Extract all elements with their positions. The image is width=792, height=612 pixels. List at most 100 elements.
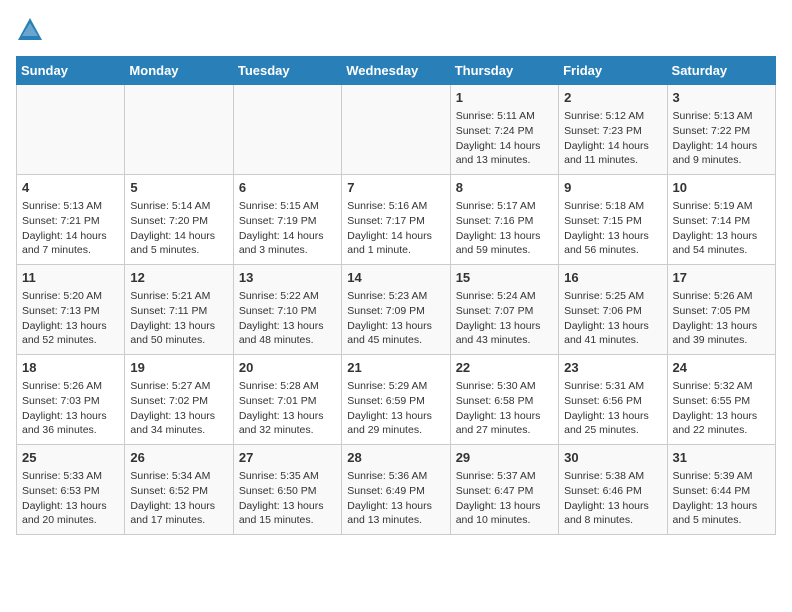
day-info: Sunrise: 5:18 AMSunset: 7:15 PMDaylight:… bbox=[564, 199, 661, 258]
calendar-cell: 17 Sunrise: 5:26 AMSunset: 7:05 PMDayligh… bbox=[667, 265, 775, 355]
day-number: 11 bbox=[22, 269, 119, 287]
day-info: Sunrise: 5:13 AMSunset: 7:22 PMDaylight:… bbox=[673, 109, 770, 168]
calendar-week-row: 25 Sunrise: 5:33 AMSunset: 6:53 PMDayligh… bbox=[17, 445, 776, 535]
calendar-cell: 12 Sunrise: 5:21 AMSunset: 7:11 PMDayligh… bbox=[125, 265, 233, 355]
calendar-cell: 20 Sunrise: 5:28 AMSunset: 7:01 PMDayligh… bbox=[233, 355, 341, 445]
calendar-cell bbox=[342, 85, 450, 175]
day-header-thursday: Thursday bbox=[450, 57, 558, 85]
day-header-wednesday: Wednesday bbox=[342, 57, 450, 85]
day-header-tuesday: Tuesday bbox=[233, 57, 341, 85]
day-info: Sunrise: 5:39 AMSunset: 6:44 PMDaylight:… bbox=[673, 469, 770, 528]
day-number: 22 bbox=[456, 359, 553, 377]
day-info: Sunrise: 5:16 AMSunset: 7:17 PMDaylight:… bbox=[347, 199, 444, 258]
day-number: 19 bbox=[130, 359, 227, 377]
day-info: Sunrise: 5:19 AMSunset: 7:14 PMDaylight:… bbox=[673, 199, 770, 258]
day-info: Sunrise: 5:21 AMSunset: 7:11 PMDaylight:… bbox=[130, 289, 227, 348]
logo bbox=[16, 16, 48, 44]
calendar-cell: 28 Sunrise: 5:36 AMSunset: 6:49 PMDayligh… bbox=[342, 445, 450, 535]
day-number: 23 bbox=[564, 359, 661, 377]
day-number: 15 bbox=[456, 269, 553, 287]
calendar-cell: 3 Sunrise: 5:13 AMSunset: 7:22 PMDaylight… bbox=[667, 85, 775, 175]
calendar-cell: 18Sunrise: 5:26 AMSunset: 7:03 PMDayligh… bbox=[17, 355, 125, 445]
day-number: 1 bbox=[456, 89, 553, 107]
day-number: 12 bbox=[130, 269, 227, 287]
day-info: Sunrise: 5:30 AMSunset: 6:58 PMDaylight:… bbox=[456, 379, 553, 438]
day-info: Sunrise: 5:24 AMSunset: 7:07 PMDaylight:… bbox=[456, 289, 553, 348]
day-info: Sunrise: 5:12 AMSunset: 7:23 PMDaylight:… bbox=[564, 109, 661, 168]
day-info: Sunrise: 5:28 AMSunset: 7:01 PMDaylight:… bbox=[239, 379, 336, 438]
day-info: Sunrise: 5:13 AMSunset: 7:21 PMDaylight:… bbox=[22, 199, 119, 258]
day-info: Sunrise: 5:32 AMSunset: 6:55 PMDaylight:… bbox=[673, 379, 770, 438]
calendar-cell: 6 Sunrise: 5:15 AMSunset: 7:19 PMDaylight… bbox=[233, 175, 341, 265]
day-header-monday: Monday bbox=[125, 57, 233, 85]
day-info: Sunrise: 5:31 AMSunset: 6:56 PMDaylight:… bbox=[564, 379, 661, 438]
calendar-cell: 13 Sunrise: 5:22 AMSunset: 7:10 PMDayligh… bbox=[233, 265, 341, 355]
calendar-cell: 14 Sunrise: 5:23 AMSunset: 7:09 PMDayligh… bbox=[342, 265, 450, 355]
day-info: Sunrise: 5:27 AMSunset: 7:02 PMDaylight:… bbox=[130, 379, 227, 438]
day-number: 21 bbox=[347, 359, 444, 377]
day-info: Sunrise: 5:23 AMSunset: 7:09 PMDaylight:… bbox=[347, 289, 444, 348]
day-header-sunday: Sunday bbox=[17, 57, 125, 85]
day-number: 24 bbox=[673, 359, 770, 377]
day-number: 13 bbox=[239, 269, 336, 287]
calendar-cell: 23 Sunrise: 5:31 AMSunset: 6:56 PMDayligh… bbox=[559, 355, 667, 445]
calendar-cell: 24 Sunrise: 5:32 AMSunset: 6:55 PMDayligh… bbox=[667, 355, 775, 445]
calendar-cell: 7 Sunrise: 5:16 AMSunset: 7:17 PMDaylight… bbox=[342, 175, 450, 265]
day-number: 4 bbox=[22, 179, 119, 197]
day-number: 6 bbox=[239, 179, 336, 197]
day-number: 29 bbox=[456, 449, 553, 467]
calendar-cell: 19 Sunrise: 5:27 AMSunset: 7:02 PMDayligh… bbox=[125, 355, 233, 445]
day-number: 9 bbox=[564, 179, 661, 197]
day-number: 31 bbox=[673, 449, 770, 467]
calendar-cell: 9 Sunrise: 5:18 AMSunset: 7:15 PMDaylight… bbox=[559, 175, 667, 265]
day-info: Sunrise: 5:22 AMSunset: 7:10 PMDaylight:… bbox=[239, 289, 336, 348]
calendar-cell: 25 Sunrise: 5:33 AMSunset: 6:53 PMDayligh… bbox=[17, 445, 125, 535]
day-number: 17 bbox=[673, 269, 770, 287]
calendar-header-row: SundayMondayTuesdayWednesdayThursdayFrid… bbox=[17, 57, 776, 85]
calendar-cell: 30 Sunrise: 5:38 AMSunset: 6:46 PMDayligh… bbox=[559, 445, 667, 535]
day-number: 16 bbox=[564, 269, 661, 287]
day-number: 7 bbox=[347, 179, 444, 197]
day-header-saturday: Saturday bbox=[667, 57, 775, 85]
calendar-cell bbox=[233, 85, 341, 175]
day-header-friday: Friday bbox=[559, 57, 667, 85]
calendar-cell: 16 Sunrise: 5:25 AMSunset: 7:06 PMDayligh… bbox=[559, 265, 667, 355]
day-number: 28 bbox=[347, 449, 444, 467]
day-number: 27 bbox=[239, 449, 336, 467]
calendar-cell: 31 Sunrise: 5:39 AMSunset: 6:44 PMDayligh… bbox=[667, 445, 775, 535]
calendar-cell: 11Sunrise: 5:20 AMSunset: 7:13 PMDayligh… bbox=[17, 265, 125, 355]
day-number: 14 bbox=[347, 269, 444, 287]
day-info: Sunrise: 5:26 AMSunset: 7:05 PMDaylight:… bbox=[673, 289, 770, 348]
day-number: 20 bbox=[239, 359, 336, 377]
calendar-cell: 5Sunrise: 5:14 AMSunset: 7:20 PMDaylight… bbox=[125, 175, 233, 265]
calendar-cell bbox=[17, 85, 125, 175]
day-number: 25 bbox=[22, 449, 119, 467]
day-info: Sunrise: 5:17 AMSunset: 7:16 PMDaylight:… bbox=[456, 199, 553, 258]
day-number: 3 bbox=[673, 89, 770, 107]
day-info: Sunrise: 5:38 AMSunset: 6:46 PMDaylight:… bbox=[564, 469, 661, 528]
day-info: Sunrise: 5:15 AMSunset: 7:19 PMDaylight:… bbox=[239, 199, 336, 258]
calendar-week-row: 11Sunrise: 5:20 AMSunset: 7:13 PMDayligh… bbox=[17, 265, 776, 355]
logo-icon bbox=[16, 16, 44, 44]
calendar-table: SundayMondayTuesdayWednesdayThursdayFrid… bbox=[16, 56, 776, 535]
day-number: 8 bbox=[456, 179, 553, 197]
calendar-cell: 29 Sunrise: 5:37 AMSunset: 6:47 PMDayligh… bbox=[450, 445, 558, 535]
day-info: Sunrise: 5:36 AMSunset: 6:49 PMDaylight:… bbox=[347, 469, 444, 528]
day-info: Sunrise: 5:25 AMSunset: 7:06 PMDaylight:… bbox=[564, 289, 661, 348]
calendar-week-row: 1 Sunrise: 5:11 AMSunset: 7:24 PMDaylight… bbox=[17, 85, 776, 175]
day-info: Sunrise: 5:33 AMSunset: 6:53 PMDaylight:… bbox=[22, 469, 119, 528]
calendar-cell: 4 Sunrise: 5:13 AMSunset: 7:21 PMDaylight… bbox=[17, 175, 125, 265]
calendar-cell: 26 Sunrise: 5:34 AMSunset: 6:52 PMDayligh… bbox=[125, 445, 233, 535]
calendar-cell: 10 Sunrise: 5:19 AMSunset: 7:14 PMDayligh… bbox=[667, 175, 775, 265]
day-number: 10 bbox=[673, 179, 770, 197]
day-info: Sunrise: 5:37 AMSunset: 6:47 PMDaylight:… bbox=[456, 469, 553, 528]
day-info: Sunrise: 5:11 AMSunset: 7:24 PMDaylight:… bbox=[456, 109, 553, 168]
day-info: Sunrise: 5:29 AMSunset: 6:59 PMDaylight:… bbox=[347, 379, 444, 438]
calendar-cell: 8 Sunrise: 5:17 AMSunset: 7:16 PMDaylight… bbox=[450, 175, 558, 265]
day-number: 26 bbox=[130, 449, 227, 467]
day-number: 30 bbox=[564, 449, 661, 467]
calendar-week-row: 4 Sunrise: 5:13 AMSunset: 7:21 PMDaylight… bbox=[17, 175, 776, 265]
calendar-cell: 2Sunrise: 5:12 AMSunset: 7:23 PMDaylight… bbox=[559, 85, 667, 175]
day-info: Sunrise: 5:35 AMSunset: 6:50 PMDaylight:… bbox=[239, 469, 336, 528]
day-info: Sunrise: 5:34 AMSunset: 6:52 PMDaylight:… bbox=[130, 469, 227, 528]
